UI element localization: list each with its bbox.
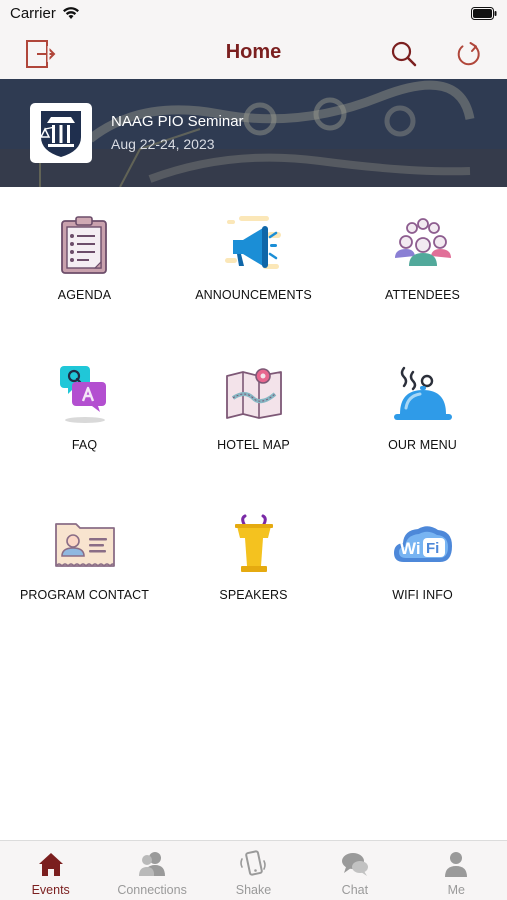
svg-text:Wi: Wi: [400, 539, 421, 558]
tab-shake[interactable]: Shake: [203, 841, 304, 900]
tab-label: Chat: [341, 883, 369, 897]
tab-connections[interactable]: Connections: [101, 841, 202, 900]
food-cloche-icon: [393, 366, 452, 420]
menu-item-announcements[interactable]: ANNOUNCEMENTS: [169, 187, 338, 317]
carrier-label: Carrier: [10, 5, 56, 22]
tab-label: Events: [31, 883, 70, 897]
navigation-bar: Home: [0, 30, 507, 79]
menu-item-label: ANNOUNCEMENTS: [195, 288, 312, 302]
people-icon: [139, 852, 166, 876]
menu-item-our-menu[interactable]: OUR MENU: [338, 337, 507, 467]
tab-bar: Events Connections Shake Chat Me: [0, 840, 507, 900]
podium-icon: [234, 514, 273, 572]
person-icon: [445, 852, 468, 877]
event-logo: [30, 103, 92, 163]
refresh-icon: [457, 42, 480, 66]
menu-item-hotel-map[interactable]: HOTEL MAP: [169, 337, 338, 467]
tab-events[interactable]: Events: [0, 841, 101, 900]
menu-item-label: WIFI INFO: [392, 588, 453, 602]
menu-item-faq[interactable]: FAQ: [0, 337, 169, 467]
menu-item-attendees[interactable]: ATTENDEES: [338, 187, 507, 317]
event-banner[interactable]: NAAG PIO Seminar Aug 22-24, 2023: [0, 79, 507, 187]
faq-icon: [59, 366, 106, 423]
logout-button[interactable]: [22, 36, 58, 72]
tab-chat[interactable]: Chat: [304, 841, 405, 900]
tab-label: Shake: [235, 883, 272, 897]
menu-item-label: ATTENDEES: [385, 288, 460, 302]
status-bar: Carrier: [0, 0, 507, 30]
menu-item-label: SPEAKERS: [219, 588, 288, 602]
menu-item-wifi-info[interactable]: Wi Fi WIFI INFO: [338, 487, 507, 617]
menu-item-label: HOTEL MAP: [217, 438, 290, 452]
menu-item-label: FAQ: [71, 438, 98, 452]
megaphone-icon: [224, 216, 281, 269]
menu-item-agenda[interactable]: AGENDA: [0, 187, 169, 317]
agenda-icon: [60, 216, 107, 274]
map-icon: [225, 368, 282, 419]
event-dates: Aug 22-24, 2023: [111, 136, 215, 152]
wifi-signal-icon: [63, 7, 79, 19]
search-button[interactable]: [386, 36, 422, 72]
menu-item-program-contact[interactable]: PROGRAM CONTACT: [0, 487, 169, 617]
menu-item-label: OUR MENU: [388, 438, 457, 452]
tab-me[interactable]: Me: [406, 841, 507, 900]
page-title: Home: [225, 41, 282, 63]
contact-card-icon: [54, 523, 115, 568]
tab-label: Connections: [117, 883, 187, 897]
menu-item-label: PROGRAM CONTACT: [19, 588, 150, 602]
refresh-button[interactable]: [451, 36, 487, 72]
search-icon: [391, 41, 417, 67]
attendees-icon: [394, 218, 451, 266]
menu-item-label: AGENDA: [57, 288, 112, 302]
justice-scales-logo-icon: [39, 111, 81, 157]
event-title: NAAG PIO Seminar: [111, 113, 244, 130]
shake-phone-icon: [240, 850, 267, 876]
chat-icon: [341, 853, 368, 876]
logout-icon: [26, 40, 56, 68]
menu-item-speakers[interactable]: SPEAKERS: [169, 487, 338, 617]
tab-label: Me: [447, 883, 465, 897]
svg-text:Fi: Fi: [426, 540, 439, 557]
home-icon: [38, 853, 63, 876]
wifi-cloud-icon: Wi Fi: [393, 526, 452, 562]
battery-icon: [471, 7, 497, 20]
